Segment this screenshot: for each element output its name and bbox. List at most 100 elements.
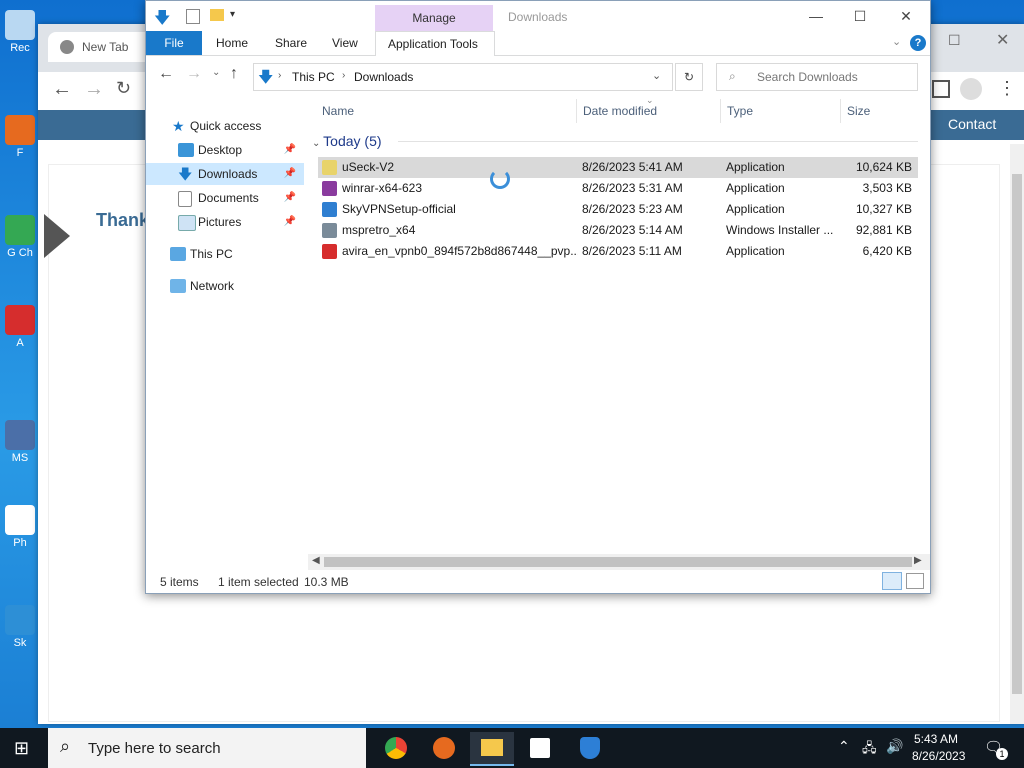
tab-file[interactable]: File [146, 31, 202, 55]
file-date: 8/26/2023 5:31 AM [582, 181, 683, 195]
tab-share[interactable]: Share [263, 31, 319, 55]
minimize-icon[interactable]: — [796, 5, 836, 27]
nav-desktop[interactable]: Desktop 📌 [146, 139, 304, 161]
side-panel-icon[interactable] [932, 80, 950, 98]
taskbar-search[interactable]: ⌕ Type here to search [48, 728, 366, 768]
group-header-today[interactable]: ⌄ Today (5) [312, 133, 382, 149]
chrome-maximize-icon[interactable]: ☐ [948, 32, 961, 49]
page-heading: Thank [96, 210, 150, 230]
scroll-left-icon[interactable]: ◀ [312, 555, 320, 566]
contact-link[interactable]: Contact [948, 116, 996, 132]
refresh-button[interactable]: ↻ [675, 63, 703, 91]
file-name: winrar-x64-623 [342, 181, 423, 195]
file-size: 6,420 KB [862, 244, 912, 258]
up-arrow-icon[interactable]: ↑ [230, 65, 238, 83]
quick-access-toolbar-dropdown-icon[interactable]: ▾ [230, 9, 235, 20]
column-header-type[interactable]: Type [727, 101, 753, 121]
file-name: mspretro_x64 [342, 223, 416, 237]
volume-icon[interactable]: 🔊 [886, 738, 903, 755]
address-dropdown-icon[interactable]: ⌄ [652, 69, 661, 82]
file-type: Application [726, 244, 785, 258]
download-arrow-icon: 🡇 [154, 10, 171, 27]
maximize-icon[interactable]: ☐ [840, 5, 880, 27]
file-row[interactable]: mspretro_x64 8/26/2023 5:14 AM Windows I… [318, 220, 918, 241]
address-bar[interactable]: 🡇 › This PC › Downloads ⌄ [253, 63, 673, 91]
file-list: Name Date modified Type Size ⌄ ⌄ Today (… [308, 95, 930, 557]
folder-icon [481, 739, 503, 756]
carousel-arrow-icon[interactable] [44, 214, 70, 258]
file-row[interactable]: avira_en_vpnb0_894f572b8d867448__pvp... … [318, 241, 918, 262]
application-icon [322, 160, 337, 175]
chrome-scrollbar-thumb[interactable] [1012, 174, 1022, 694]
forward-arrow-icon[interactable]: → [84, 78, 104, 101]
manage-contextual-tab[interactable]: Manage [375, 5, 493, 31]
column-header-size[interactable]: Size [847, 101, 870, 121]
file-type: Application [726, 202, 785, 216]
scroll-right-icon[interactable]: ▶ [914, 555, 922, 566]
breadcrumb-this-pc[interactable]: This PC [292, 70, 335, 84]
nav-this-pc[interactable]: This PC [146, 243, 304, 265]
new-folder-icon[interactable] [210, 9, 224, 21]
nav-downloads[interactable]: 🡇 Downloads 📌 [146, 163, 304, 185]
desktop-icon-sk[interactable]: Sk [2, 605, 38, 649]
file-row[interactable]: uSeck-V2 8/26/2023 5:41 AM Application 1… [318, 157, 918, 178]
desktop-icon-ms[interactable]: MS [2, 420, 38, 464]
desktop-icon-recycle-bin[interactable]: Rec [2, 10, 38, 54]
store-icon [530, 738, 550, 758]
nav-pictures[interactable]: Pictures 📌 [146, 211, 304, 233]
taskbar-file-explorer[interactable] [470, 732, 514, 766]
column-divider[interactable] [840, 99, 841, 123]
nav-network[interactable]: Network [146, 275, 304, 297]
nav-label: Pictures [198, 215, 242, 229]
file-row[interactable]: winrar-x64-623 8/26/2023 5:31 AM Applica… [318, 178, 918, 199]
search-input[interactable]: ⌕ Search Downloads [716, 63, 918, 91]
chrome-tab[interactable]: New Tab [48, 32, 158, 62]
chrome-close-icon[interactable]: ✕ [996, 30, 1009, 50]
reload-icon[interactable]: ↻ [116, 78, 131, 99]
desktop-icon-ph[interactable]: Ph [2, 505, 38, 549]
tray-expand-icon[interactable]: ⌃ [838, 738, 850, 755]
breadcrumb-downloads[interactable]: Downloads [354, 70, 413, 84]
properties-icon[interactable] [186, 9, 200, 24]
sort-indicator-icon: ⌄ [646, 95, 654, 105]
column-divider[interactable] [720, 99, 721, 123]
nav-quick-access[interactable]: ★ Quick access [146, 115, 304, 137]
windows-start-icon[interactable]: ⊞ [14, 738, 29, 759]
taskbar-search-placeholder: Type here to search [88, 740, 221, 757]
back-arrow-icon[interactable]: ← [52, 78, 72, 101]
large-icons-view-icon[interactable] [906, 573, 924, 589]
file-row[interactable]: SkyVPNSetup-official 8/26/2023 5:23 AM A… [318, 199, 918, 220]
file-date: 8/26/2023 5:41 AM [582, 160, 683, 174]
desktop-icon-chrome[interactable]: G Ch [2, 215, 38, 259]
close-icon[interactable]: ✕ [886, 5, 926, 27]
back-arrow-icon[interactable]: ← [158, 65, 174, 83]
taskbar-store[interactable] [518, 732, 562, 764]
column-divider[interactable] [576, 99, 577, 123]
tab-application-tools[interactable]: Application Tools [375, 31, 495, 56]
nav-documents[interactable]: Documents 📌 [146, 187, 304, 209]
tab-home[interactable]: Home [204, 31, 260, 55]
help-icon[interactable]: ? [910, 35, 926, 51]
horizontal-scrollbar-thumb[interactable] [324, 557, 912, 567]
details-view-icon[interactable] [882, 572, 902, 590]
menu-dots-icon[interactable]: ⋮ [998, 78, 1016, 99]
profile-avatar-icon[interactable] [960, 78, 982, 100]
taskbar-firefox[interactable] [422, 732, 466, 764]
network-tray-icon[interactable]: 🖧 [862, 739, 877, 761]
clock-date[interactable]: 8/26/2023 [912, 749, 965, 763]
tab-view[interactable]: View [320, 31, 370, 55]
nav-label: Quick access [190, 119, 262, 133]
desktop-icon-acrobat[interactable]: A [2, 305, 38, 349]
recent-locations-icon[interactable]: ⌄ [212, 67, 220, 78]
clock-time[interactable]: 5:43 AM [914, 732, 958, 746]
taskbar-chrome[interactable] [374, 732, 418, 764]
forward-arrow-icon[interactable]: → [186, 65, 202, 83]
computer-icon [170, 247, 186, 261]
ribbon-expand-icon[interactable]: ⌄ [892, 35, 901, 48]
taskbar-vpn[interactable] [568, 732, 612, 764]
pictures-folder-icon [178, 215, 196, 231]
column-header-name[interactable]: Name [322, 101, 354, 121]
file-date: 8/26/2023 5:11 AM [582, 244, 682, 258]
status-bar: 5 items 1 item selected 10.3 MB [146, 569, 930, 593]
desktop-icon-firefox[interactable]: F [2, 115, 38, 159]
